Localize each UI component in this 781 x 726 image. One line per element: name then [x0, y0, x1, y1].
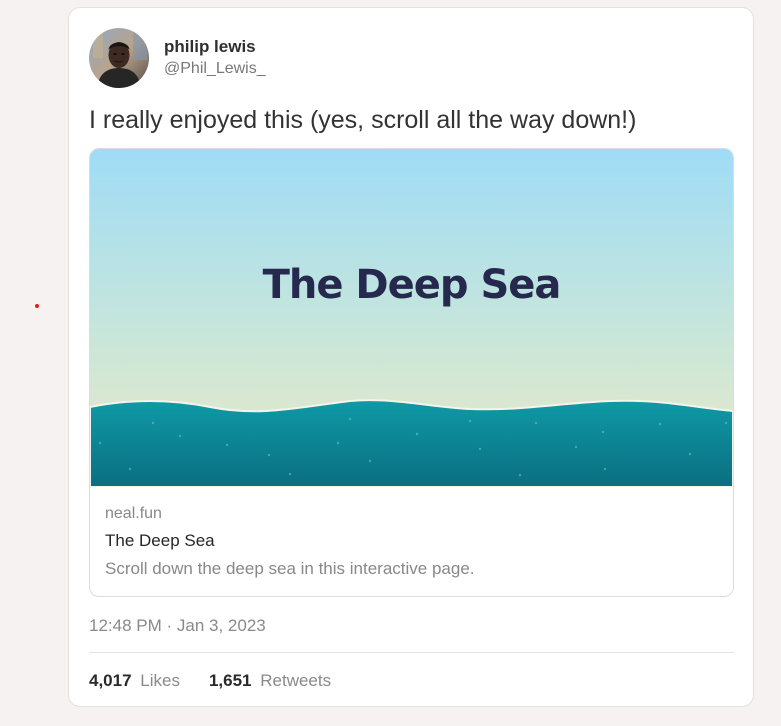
author-handle[interactable]: @Phil_Lewis_: [164, 58, 266, 80]
link-preview-image: The Deep Sea: [90, 149, 733, 487]
avatar[interactable]: [89, 28, 149, 88]
tweet-card: philip lewis @Phil_Lewis_ I really enjoy…: [68, 7, 754, 707]
divider: [89, 652, 734, 653]
red-indicator-dot: [35, 304, 39, 308]
link-domain: neal.fun: [105, 505, 162, 522]
tweet-text: I really enjoyed this (yes, scroll all t…: [89, 106, 637, 134]
likes-count: 4,017: [89, 671, 132, 690]
link-preview-card[interactable]: The Deep Sea neal.fun The Deep Sea Scrol…: [89, 148, 734, 597]
tweet-author[interactable]: philip lewis @Phil_Lewis_: [89, 28, 266, 88]
link-preview-image-title: The Deep Sea: [262, 262, 562, 308]
retweets-count: 1,651: [208, 671, 252, 690]
link-title: The Deep Sea: [105, 531, 215, 550]
retweets-stat[interactable]: 1,651 Retweets: [209, 670, 331, 692]
deep-sea-illustration: [90, 149, 733, 487]
link-description: Scroll down the deep sea in this interac…: [105, 559, 475, 578]
tweet-timestamp[interactable]: 12:48 PM · Jan 3, 2023: [89, 615, 266, 637]
tweet-stats: 4,017 Likes 1,651 Retweets: [89, 670, 360, 692]
retweets-label: Retweets: [260, 671, 332, 690]
author-name[interactable]: philip lewis: [164, 36, 266, 58]
likes-label: Likes: [140, 671, 180, 690]
avatar-image: [89, 28, 149, 88]
page: philip lewis @Phil_Lewis_ I really enjoy…: [0, 0, 781, 726]
link-preview-meta: neal.fun The Deep Sea Scroll down the de…: [90, 487, 733, 580]
likes-stat[interactable]: 4,017 Likes: [89, 670, 180, 692]
author-text: philip lewis @Phil_Lewis_: [164, 36, 266, 80]
